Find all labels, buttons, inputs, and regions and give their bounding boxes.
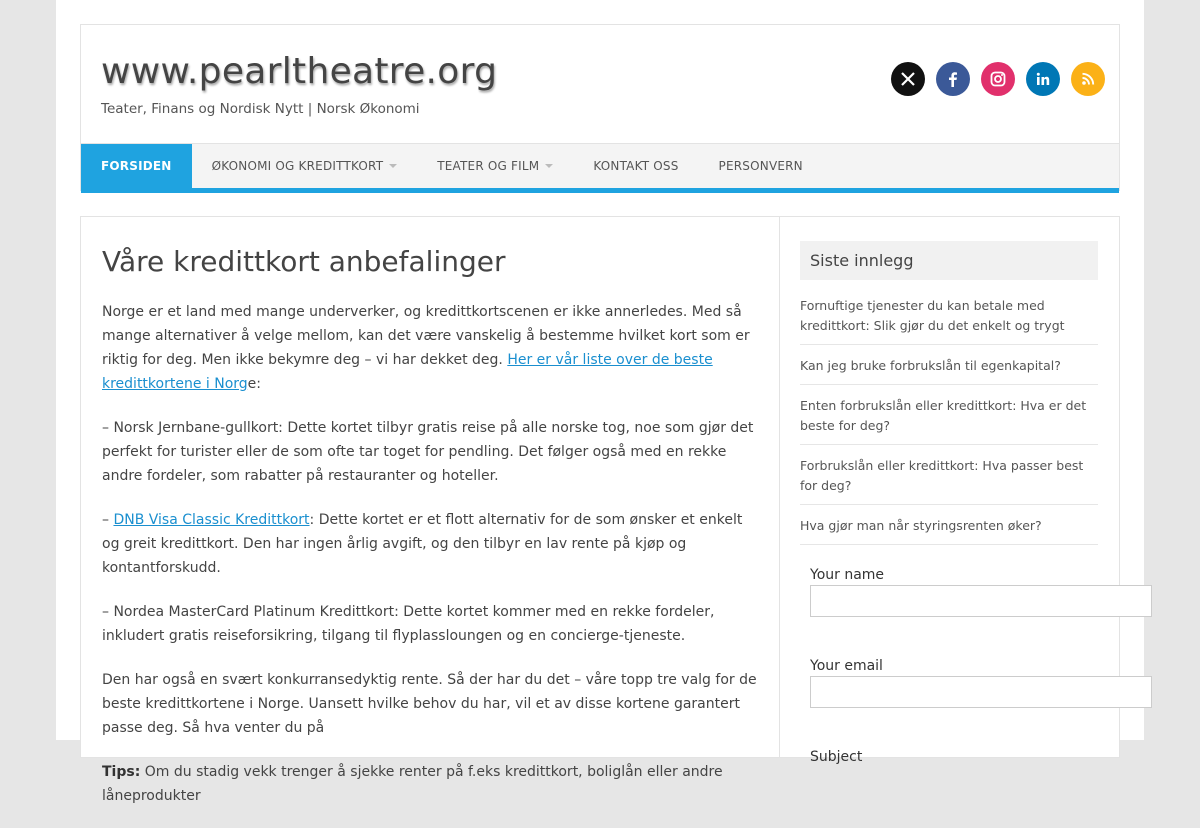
sidebar-divider xyxy=(779,217,780,757)
paragraph-text: – xyxy=(102,512,114,528)
nav-item-personvern[interactable]: PERSONVERN xyxy=(699,144,823,188)
article-paragraph: – DNB Visa Classic Kredittkort: Dette ko… xyxy=(102,508,758,580)
x-icon[interactable] xyxy=(891,62,925,96)
list-item: Kan jeg bruke forbrukslån til egenkapita… xyxy=(800,354,1098,385)
chevron-down-icon xyxy=(545,164,554,168)
article-paragraph: – Norsk Jernbane-gullkort: Dette kortet … xyxy=(102,420,754,484)
list-item: Enten forbrukslån eller kredittkort: Hva… xyxy=(800,394,1098,445)
nav-item-label: TEATER OG FILM xyxy=(437,159,540,173)
page: www.pearltheatre.org Teater, Finans og N… xyxy=(56,0,1152,804)
paragraph-text: Om du stadig vekk trenger å sjekke rente… xyxy=(102,764,723,804)
list-item: Hva gjør man når styringsrenten øker? xyxy=(800,514,1098,545)
name-field[interactable] xyxy=(810,585,1152,617)
instagram-icon[interactable] xyxy=(981,62,1015,96)
subject-label: Subject xyxy=(810,749,863,765)
main-area: Våre kredittkort anbefalinger Norge er e… xyxy=(80,216,1152,804)
article-paragraph: – Nordea MasterCard Platinum Kredittkort… xyxy=(102,604,715,644)
site-header: www.pearltheatre.org Teater, Finans og N… xyxy=(80,24,1120,193)
sidebar: Siste innlegg Fornuftige tjenester du ka… xyxy=(800,241,1152,765)
rss-icon[interactable] xyxy=(1071,62,1105,96)
social-links xyxy=(891,62,1105,96)
recent-post-link[interactable]: Hva gjør man når styringsrenten øker? xyxy=(800,518,1042,533)
recent-post-link[interactable]: Enten forbrukslån eller kredittkort: Hva… xyxy=(800,398,1086,433)
nav-item-label: ØKONOMI OG KREDITTKORT xyxy=(211,159,384,173)
site-tagline: Teater, Finans og Nordisk Nytt | Norsk Ø… xyxy=(101,101,420,117)
article: Våre kredittkort anbefalinger Norge er e… xyxy=(102,245,758,828)
article-paragraph: Den har også en svært konkurransedyktig … xyxy=(102,672,757,736)
dnb-visa-link[interactable]: DNB Visa Classic Kredittkort xyxy=(113,512,309,528)
nav-item-label: PERSONVERN xyxy=(718,159,803,173)
widget-title: Siste innlegg xyxy=(800,241,1098,280)
contact-form: Your name Your email Subject xyxy=(810,567,1154,767)
paragraph-text: e: xyxy=(247,376,262,392)
nav-item-forsiden[interactable]: FORSIDEN xyxy=(81,144,192,188)
nav-item-teater[interactable]: TEATER OG FILM xyxy=(417,144,573,188)
recent-post-link[interactable]: Forbrukslån eller kredittkort: Hva passe… xyxy=(800,458,1083,493)
nav-item-okonomi[interactable]: ØKONOMI OG KREDITTKORT xyxy=(192,144,418,188)
nav-item-kontakt[interactable]: KONTAKT OSS xyxy=(573,144,698,188)
list-item: Fornuftige tjenester du kan betale med k… xyxy=(800,294,1098,345)
article-paragraph: Tips: Om du stadig vekk trenger å sjekke… xyxy=(102,760,758,808)
list-item: Forbrukslån eller kredittkort: Hva passe… xyxy=(800,454,1098,505)
name-label: Your name xyxy=(810,567,885,583)
tips-label: Tips: xyxy=(102,764,141,780)
recent-posts-list: Fornuftige tjenester du kan betale med k… xyxy=(800,294,1098,545)
recent-post-link[interactable]: Kan jeg bruke forbrukslån til egenkapita… xyxy=(800,358,1061,373)
chevron-down-icon xyxy=(389,164,398,168)
email-field[interactable] xyxy=(810,676,1152,708)
main-navigation: FORSIDEN ØKONOMI OG KREDITTKORT TEATER O… xyxy=(81,143,1119,193)
nav-item-label: KONTAKT OSS xyxy=(593,159,679,173)
page-title: Våre kredittkort anbefalinger xyxy=(102,245,506,278)
facebook-icon[interactable] xyxy=(936,62,970,96)
linkedin-icon[interactable] xyxy=(1026,62,1060,96)
recent-post-link[interactable]: Fornuftige tjenester du kan betale med k… xyxy=(800,298,1065,333)
email-label: Your email xyxy=(810,658,883,674)
nav-item-label: FORSIDEN xyxy=(101,159,172,173)
site-title-link[interactable]: www.pearltheatre.org xyxy=(101,51,497,92)
article-paragraph: Norge er et land med mange underverker, … xyxy=(102,300,758,396)
